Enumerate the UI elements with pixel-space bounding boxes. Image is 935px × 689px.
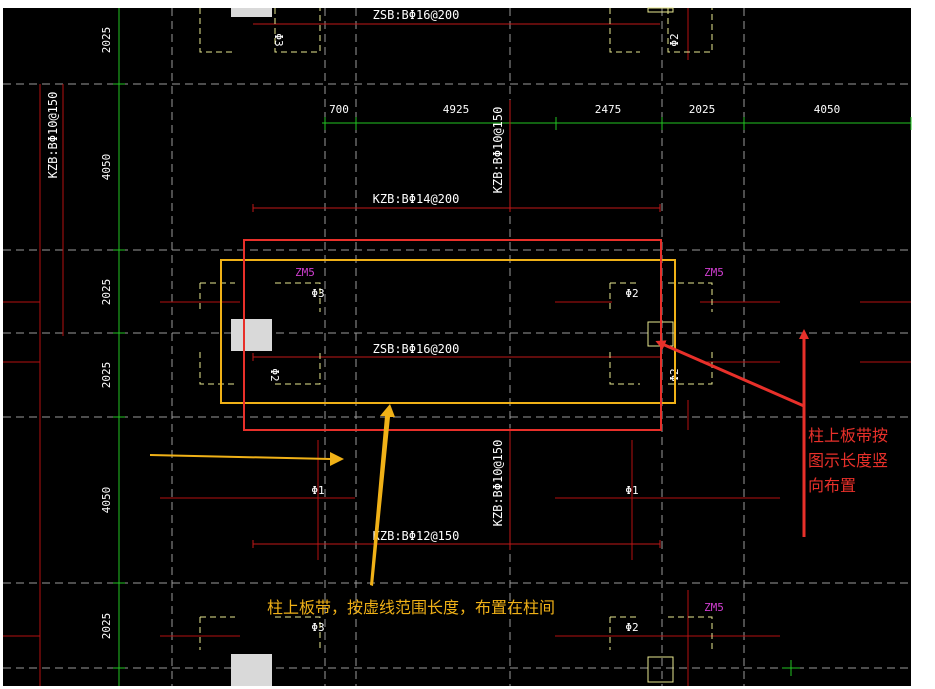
- rebar-label-zsb-middle: ZSB:BΦ16@200: [373, 342, 460, 356]
- dim-left-1: 2025: [100, 27, 113, 54]
- rebar-label-zsb-top: ZSB:BΦ16@200: [373, 8, 460, 22]
- cad-screenshot: 700 4925 2475 2025 4050 2025 4050 2025 2…: [0, 0, 935, 689]
- rebar-label-kzb-vertical-lower: KZB:BΦ10@150: [491, 440, 505, 527]
- dim-left-5: 4050: [100, 487, 113, 514]
- rebar-label-kzb-vertical-upper: KZB:BΦ10@150: [491, 107, 505, 194]
- rebar-label-kzb-lower: KZB:BΦ12@150: [373, 529, 460, 543]
- column-bottom-left: [231, 654, 272, 686]
- red-note-line1: 柱上板带按: [808, 426, 888, 445]
- band-label-bottom: ZM5: [704, 601, 724, 614]
- dim-left-2: 4050: [100, 154, 113, 181]
- dim-left-4: 2025: [100, 362, 113, 389]
- dim-left-6: 2025: [100, 613, 113, 640]
- band-label-left: ZM5: [295, 266, 315, 279]
- bar-mark-phi1-left: Φ1: [311, 484, 324, 497]
- red-note-line3: 向布置: [808, 476, 856, 495]
- dim-top-3: 2475: [595, 103, 622, 116]
- rebar-label-kzb-upper: KZB:BΦ14@200: [373, 192, 460, 206]
- bar-mark-phi3-top: Φ3: [272, 33, 285, 46]
- band-label-right: ZM5: [704, 266, 724, 279]
- dim-top-1: 700: [329, 103, 349, 116]
- rebar-label-kzb-vertical-left: KZB:BΦ10@150: [46, 92, 60, 179]
- bar-mark-phi2-top: Φ2: [668, 33, 681, 46]
- dim-top-4: 2025: [689, 103, 716, 116]
- bar-mark-phi1-right: Φ1: [625, 484, 638, 497]
- bar-mark-phi3-mid: Φ3: [311, 287, 324, 300]
- bar-mark-phi2-bottom: Φ2: [625, 621, 638, 634]
- cad-drawing-canvas[interactable]: 700 4925 2475 2025 4050 2025 4050 2025 2…: [0, 0, 935, 689]
- bar-mark-phi3-bottom: Φ3: [311, 621, 324, 634]
- column-top-left: [231, 8, 272, 17]
- dim-left-3: 2025: [100, 279, 113, 306]
- red-note-line2: 图示长度竖: [808, 451, 888, 470]
- orange-note: 柱上板带，按虚线范围长度，布置在柱间: [267, 598, 555, 617]
- bar-mark-phi2-mid-left: Φ2: [268, 368, 281, 381]
- dim-top-5: 4050: [814, 103, 841, 116]
- column-middle-left: [231, 319, 272, 351]
- dim-top-2: 4925: [443, 103, 470, 116]
- bar-mark-phi2-mid: Φ2: [625, 287, 638, 300]
